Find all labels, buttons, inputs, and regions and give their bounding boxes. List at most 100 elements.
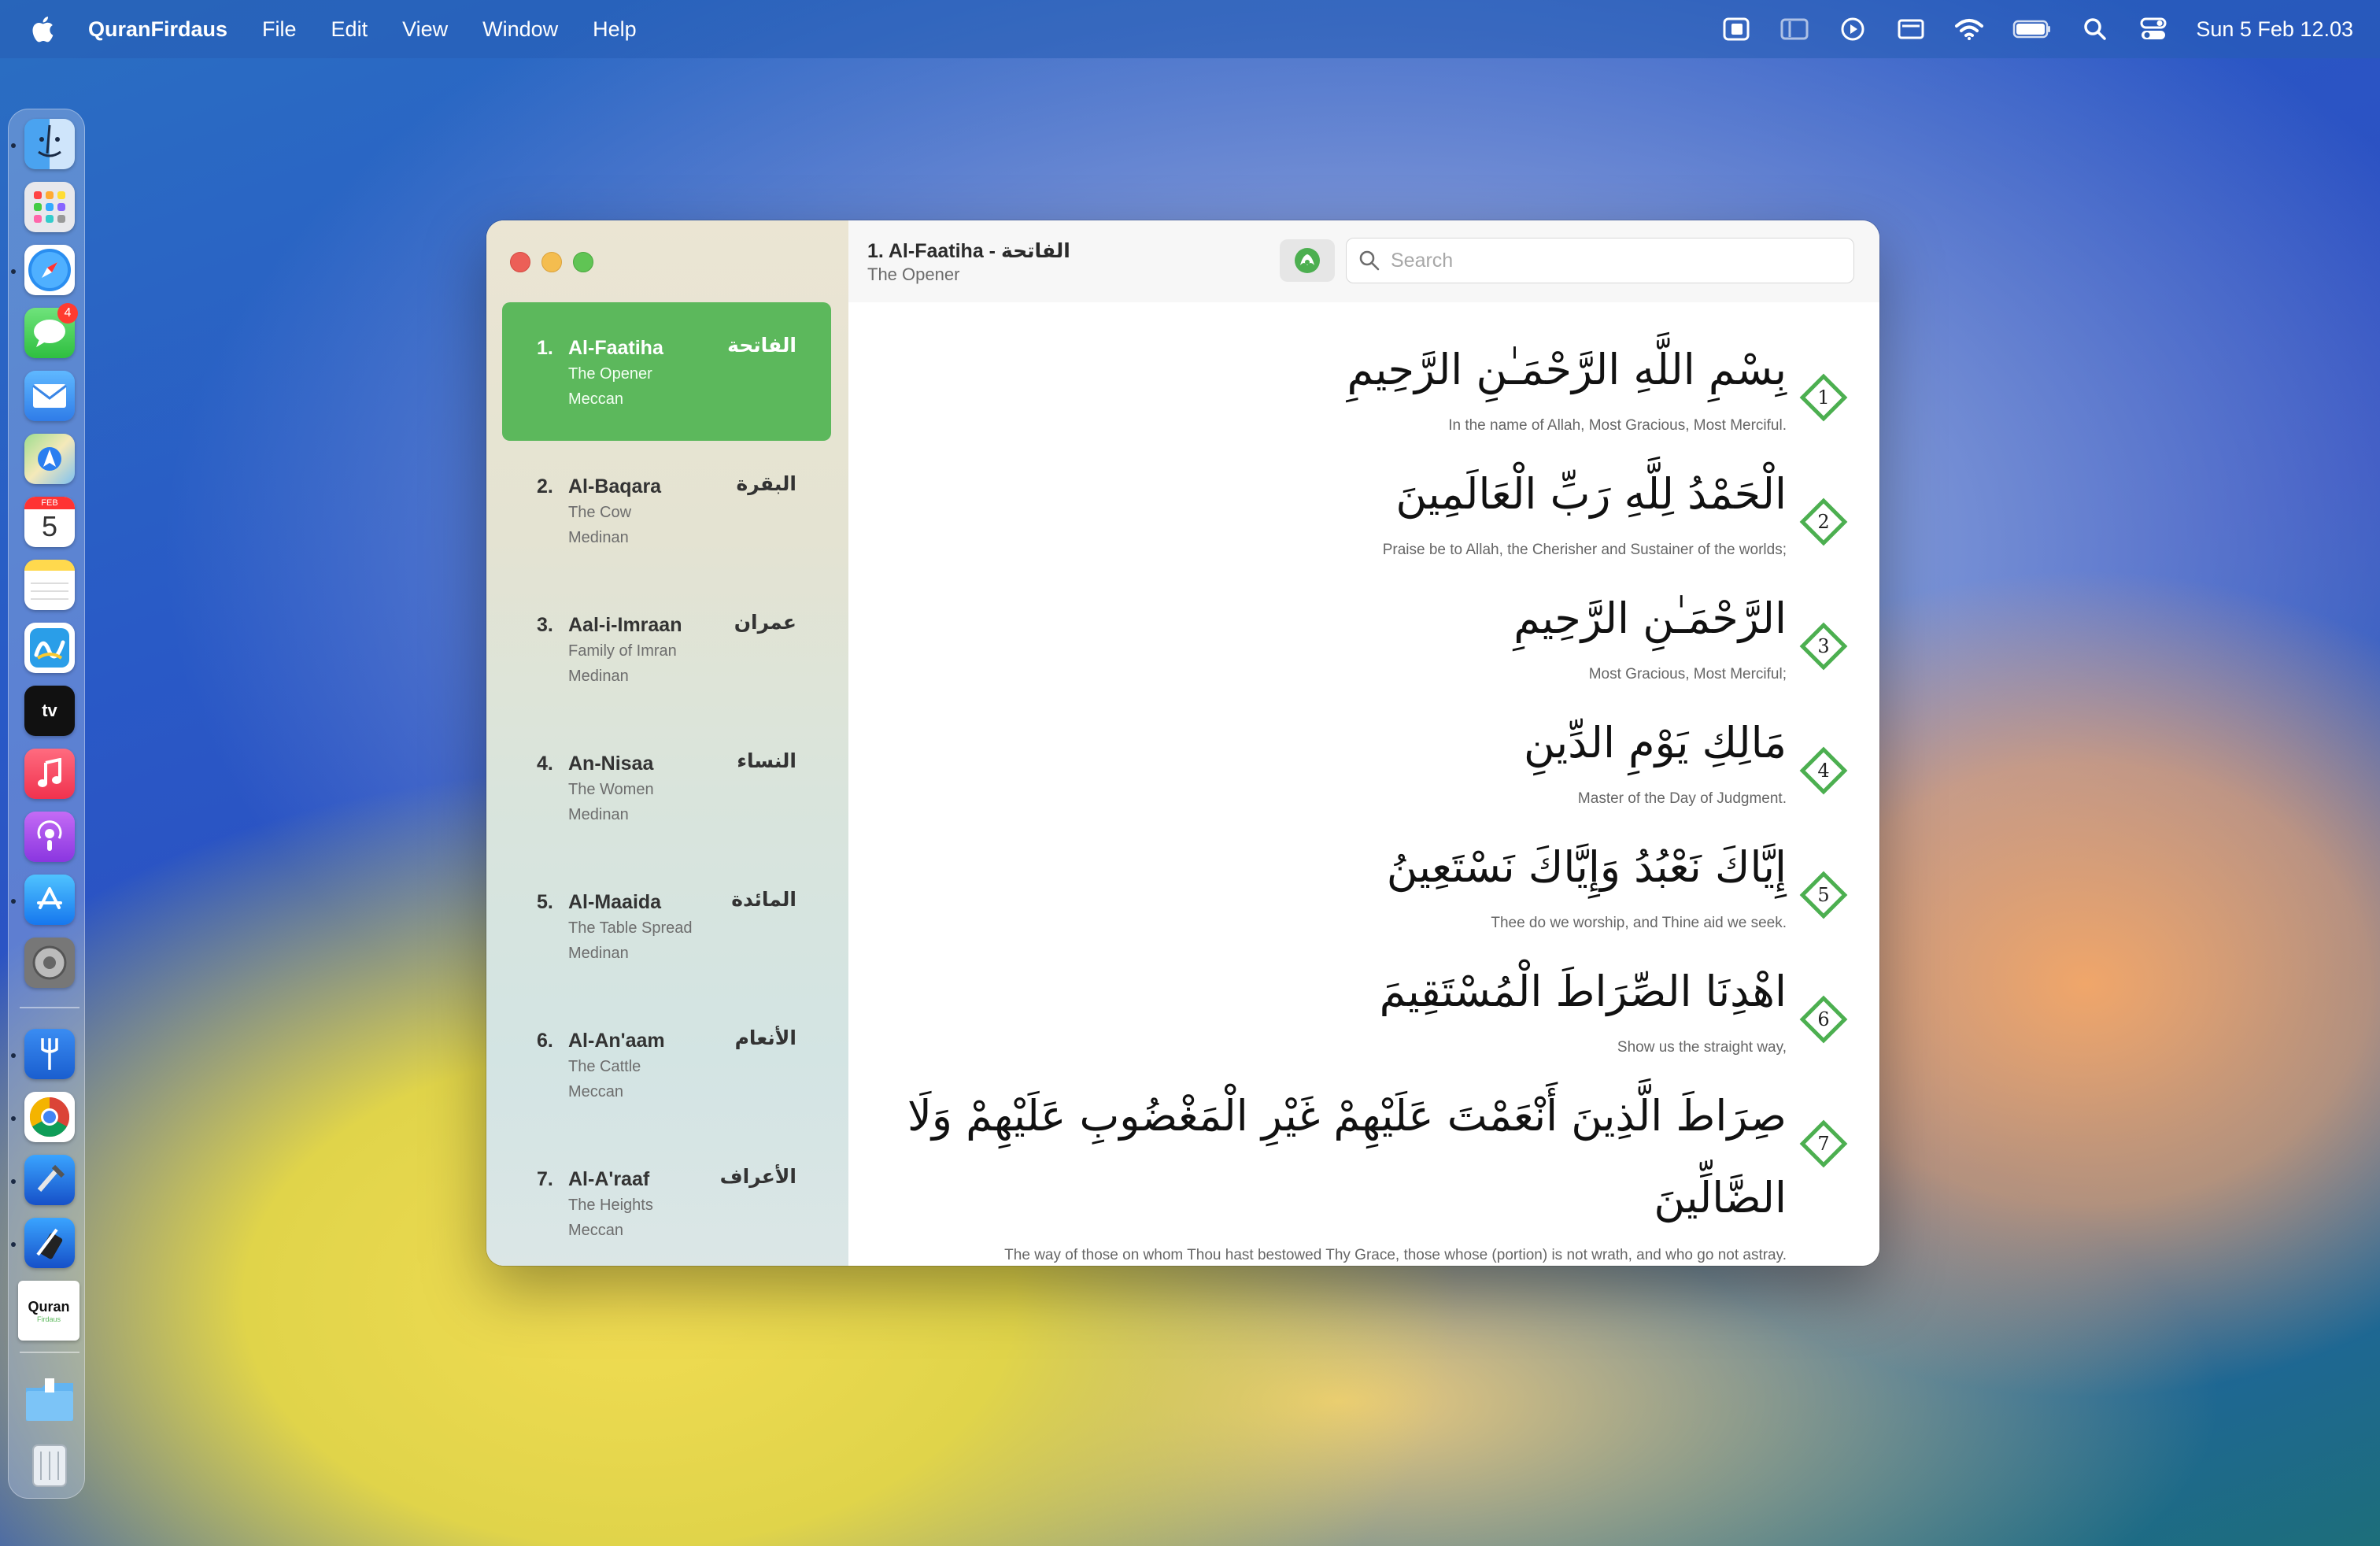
surah-number: 2. — [537, 475, 553, 497]
minimize-button[interactable] — [541, 252, 562, 272]
running-indicator — [11, 1053, 16, 1058]
verse-arabic: بِسْمِ اللَّهِ الرَّحْمَـٰنِ الرَّحِيمِ — [1347, 345, 1787, 394]
verse-number-badge: 7 — [1796, 1116, 1851, 1171]
quran-tile-subtitle: Firdaus — [36, 1315, 61, 1323]
surah-item-an-nisaa[interactable]: 4. An-Nisaa The Women Medinan النساء — [502, 718, 831, 856]
surah-arabic-name: عمران — [734, 611, 796, 634]
menu-view[interactable]: View — [402, 17, 448, 42]
calendar-icon[interactable]: FEB 5 — [24, 497, 75, 547]
stage-manager-icon[interactable] — [1720, 16, 1752, 43]
quran-firdaus-dock-icon[interactable]: Quran Firdaus — [18, 1281, 79, 1341]
surah-revelation-type: Medinan — [568, 806, 629, 823]
surah-number: 4. — [537, 753, 553, 775]
verse-3[interactable]: الرَّحْمَـٰنِ الرَّحِيمِ 3 Most Gracious… — [848, 575, 1879, 693]
surah-revelation-type: Meccan — [568, 390, 624, 408]
app-store-icon[interactable] — [24, 875, 75, 925]
dock: 4 FEB 5 tv Quran Firdaus — [8, 109, 85, 1499]
menu-window[interactable]: Window — [482, 17, 558, 42]
verse-4[interactable]: مَالِكِ يَوْمِ الدِّينِ 4 Master of the … — [848, 699, 1879, 817]
wifi-icon[interactable] — [1953, 16, 1985, 43]
surah-revelation-type: Meccan — [568, 1083, 624, 1100]
menubar-clock[interactable]: Sun 5 Feb 12.03 — [2196, 17, 2353, 42]
verse-number-badge: 1 — [1796, 370, 1851, 425]
safari-icon[interactable] — [24, 245, 75, 295]
system-settings-icon[interactable] — [24, 938, 75, 988]
menu-app-name[interactable]: QuranFirdaus — [88, 17, 227, 42]
surah-item-al-maaida[interactable]: 5. Al-Maaida The Table Spread Medinan ال… — [502, 856, 831, 995]
spotlight-search-icon[interactable] — [2079, 16, 2111, 43]
messages-icon[interactable]: 4 — [24, 303, 78, 358]
play-icon[interactable] — [1837, 16, 1868, 43]
menu-bar: QuranFirdaus File Edit View Window Help — [0, 0, 2380, 58]
surah-arabic-name: النساء — [737, 749, 796, 772]
verse-number-badge: 6 — [1796, 992, 1851, 1047]
simulator-icon[interactable] — [24, 1218, 75, 1268]
surah-arabic-name: الأنعام — [734, 1026, 796, 1049]
menu-file[interactable]: File — [262, 17, 297, 42]
verse-6[interactable]: اهْدِنَا الصِّرَاطَ الْمُسْتَقِيمَ 6 Sho… — [848, 948, 1879, 1066]
battery-icon[interactable] — [2012, 16, 2053, 43]
surah-translation: The Women — [568, 781, 654, 798]
verse-arabic-line-2: الضَّالِّينَ — [1654, 1173, 1787, 1222]
launchpad-icon[interactable] — [24, 182, 75, 232]
trash-icon[interactable] — [24, 1438, 75, 1489]
surah-item-al-anaam[interactable]: 6. Al-An'aam The Cattle Meccan الأنعام — [502, 995, 831, 1134]
verse-arabic: الْحَمْدُ لِلَّهِ رَبِّ الْعَالَمِينَ — [1395, 469, 1787, 519]
verse-1[interactable]: بِسْمِ اللَّهِ الرَّحْمَـٰنِ الرَّحِيمِ … — [848, 326, 1879, 444]
finder-icon[interactable] — [24, 119, 75, 169]
display-icon[interactable] — [1895, 16, 1927, 43]
surah-item-al-baqara[interactable]: 2. Al-Baqara The Cow Medinan البقرة — [502, 441, 831, 579]
fork-icon[interactable] — [24, 1029, 75, 1079]
surah-revelation-type: Medinan — [568, 529, 629, 546]
surah-name: Al-Baqara — [568, 475, 662, 497]
verse-number: 5 — [1817, 884, 1830, 906]
running-indicator — [11, 1116, 16, 1121]
surah-item-al-araaf[interactable]: 7. Al-A'raaf The Heights Meccan الأعراف — [502, 1134, 831, 1266]
close-button[interactable] — [510, 252, 530, 272]
search-field[interactable] — [1346, 238, 1854, 283]
verse-number: 2 — [1817, 511, 1830, 533]
notes-icon[interactable] — [24, 560, 75, 610]
verse-translation: The way of those on whom Thou hast besto… — [1004, 1247, 1787, 1263]
verse-2[interactable]: الْحَمْدُ لِلَّهِ رَبِّ الْعَالَمِينَ 2 … — [848, 450, 1879, 568]
verse-7[interactable]: صِرَاطَ الَّذِينَ أَنْعَمْتَ عَلَيْهِمْ … — [848, 1072, 1879, 1266]
downloads-folder-icon[interactable] — [24, 1375, 75, 1426]
zoom-button[interactable] — [573, 252, 593, 272]
maps-icon[interactable] — [24, 434, 75, 484]
mail-icon[interactable] — [24, 371, 75, 421]
podcasts-icon[interactable] — [24, 812, 75, 862]
running-indicator — [11, 899, 16, 904]
surah-list: 1. Al-Faatiha The Opener Meccan الفاتحة … — [502, 302, 831, 1266]
control-center-icon[interactable] — [2138, 16, 2169, 43]
surah-title: 1. Al-Faatiha - الفاتحة — [867, 240, 1070, 262]
apple-logo-icon[interactable] — [28, 13, 60, 45]
surah-arabic-name: الأعراف — [719, 1165, 796, 1188]
surah-item-al-faatiha[interactable]: 1. Al-Faatiha The Opener Meccan الفاتحة — [502, 302, 831, 441]
freeform-icon[interactable] — [24, 623, 75, 673]
surah-item-aal-i-imraan[interactable]: 3. Aal-i-Imraan Family of Imran Medinan … — [502, 579, 831, 718]
sidebar-icon[interactable] — [1779, 16, 1810, 43]
calendar-month: FEB — [24, 497, 75, 509]
verse-number-badge: 2 — [1796, 494, 1851, 549]
verse-translation: Master of the Day of Judgment. — [1577, 790, 1787, 807]
toolbar: 1. Al-Faatiha - الفاتحة The Opener — [848, 220, 1879, 303]
surah-name: Al-An'aam — [568, 1030, 665, 1052]
running-indicator — [11, 1179, 16, 1184]
xcode-icon[interactable] — [24, 1155, 75, 1205]
surah-number: 7. — [537, 1168, 553, 1190]
app-logo-button[interactable] — [1280, 239, 1335, 282]
running-indicator — [11, 143, 16, 148]
apple-tv-icon[interactable]: tv — [24, 686, 75, 736]
search-input[interactable] — [1389, 248, 1833, 273]
chrome-icon[interactable] — [24, 1092, 75, 1142]
menu-help[interactable]: Help — [593, 17, 637, 42]
dock-separator — [20, 1352, 79, 1353]
running-indicator — [11, 269, 16, 274]
surah-number: 1. — [537, 337, 553, 359]
running-indicator — [11, 1242, 16, 1247]
menu-edit[interactable]: Edit — [331, 17, 368, 42]
verse-5[interactable]: إِيَّاكَ نَعْبُدُ وَإِيَّاكَ نَسْتَعِينُ… — [848, 823, 1879, 941]
surah-name: Al-Maaida — [568, 891, 662, 913]
music-icon[interactable] — [24, 749, 75, 799]
dock-separator — [20, 1007, 79, 1008]
